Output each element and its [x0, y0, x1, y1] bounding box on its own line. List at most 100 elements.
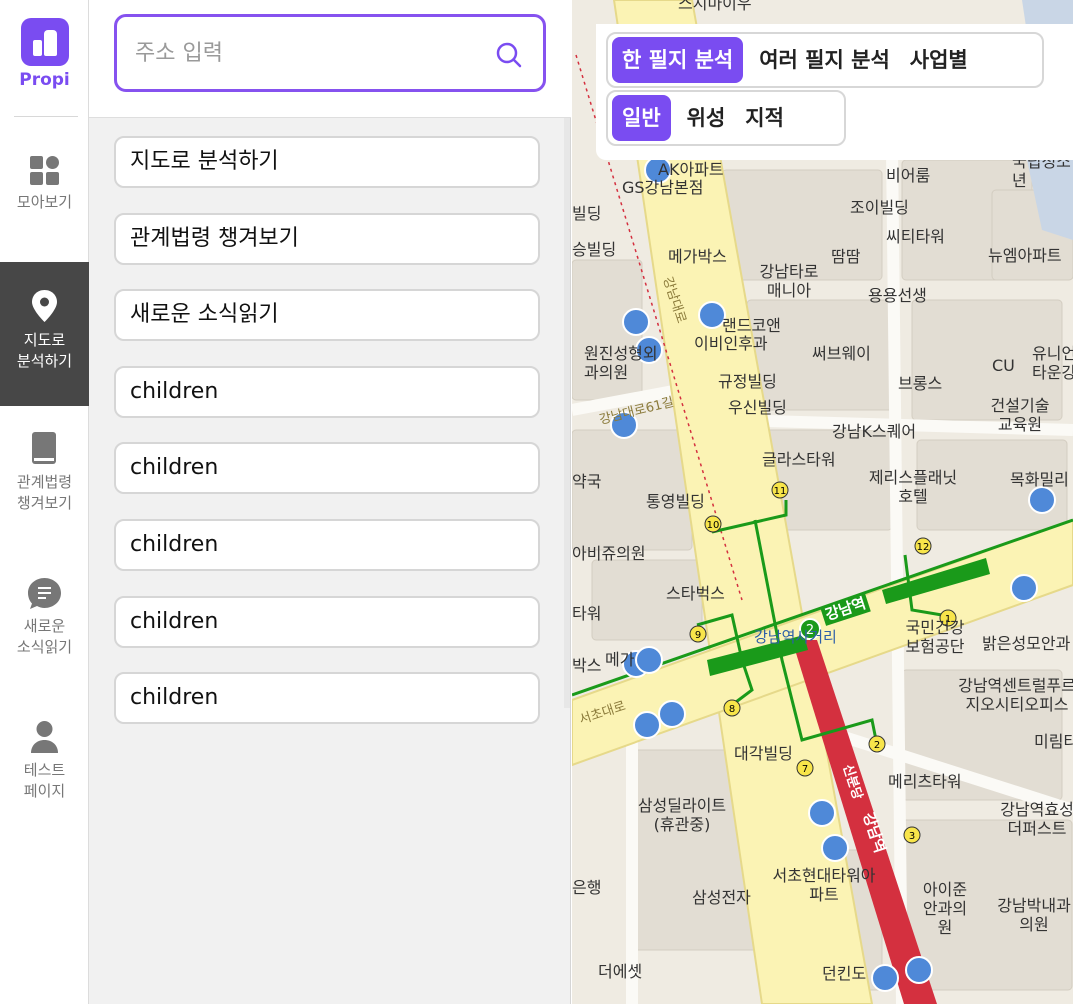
- tab-single-parcel[interactable]: 한 필지 분석: [612, 37, 744, 83]
- map-label: 미림타: [1034, 732, 1073, 751]
- search-area: [89, 0, 571, 118]
- map-label: 강남역효성더퍼스트: [1000, 800, 1073, 838]
- map-label: 브롱스: [898, 374, 943, 393]
- map-label: 아비쥬의원: [572, 544, 646, 563]
- map-label: 삼성딜라이트(휴관중): [637, 796, 727, 834]
- map-label: 박스: [572, 656, 602, 675]
- map-layer-toggle: 일반 위성 지적: [606, 90, 846, 146]
- menu-item-news[interactable]: 새로운 소식읽기: [114, 289, 540, 342]
- map-label: 목화밀리: [1010, 470, 1069, 489]
- map-label: 강남K스퀘어: [832, 422, 917, 441]
- nav-item-test[interactable]: 테스트 페이지: [0, 718, 89, 818]
- book-icon: [0, 430, 89, 466]
- svg-text:3: 3: [909, 831, 915, 842]
- tab-by-project[interactable]: 사업별: [900, 37, 978, 83]
- svg-text:9: 9: [695, 630, 701, 641]
- map-label: 은행: [572, 878, 602, 897]
- user-icon: [0, 718, 89, 754]
- map-label: AK아파트: [658, 160, 724, 179]
- tab-layer-normal[interactable]: 일반: [612, 95, 671, 141]
- map-label: 스타벅스: [666, 584, 725, 603]
- menu-item-map-analysis[interactable]: 지도로 분석하기: [114, 136, 540, 188]
- map-label: 써브웨이: [812, 344, 871, 363]
- map-label: 스시마이우: [678, 0, 752, 13]
- nav-label-overview: 모아보기: [16, 193, 73, 211]
- map-label: 서초현대타워아파트: [772, 866, 876, 904]
- panel-scrollbar[interactable]: [564, 118, 570, 708]
- map-label: CU: [992, 356, 1015, 375]
- menu-item-children[interactable]: children: [114, 518, 540, 571]
- map-label: 이비인후과: [694, 334, 768, 353]
- map-label: 뉴엠아파트: [988, 246, 1062, 265]
- map-label: 통영빌딩: [646, 492, 705, 511]
- map-control-panel: 한 필지 분석 여러 필지 분석 사업별 일반 위성 지적: [596, 24, 1073, 160]
- map-label: 타워: [572, 604, 602, 623]
- map-label: 조이빌딩: [850, 198, 909, 217]
- menu-item-children[interactable]: children: [114, 595, 540, 648]
- side-panel: 지도로 분석하기 관계법령 챙겨보기 새로운 소식읽기 children chi…: [89, 0, 571, 1004]
- svg-text:8: 8: [729, 704, 735, 715]
- map-label: 글라스타워: [762, 450, 836, 469]
- nav-item-overview[interactable]: 모아보기: [0, 150, 89, 238]
- menu-item-children[interactable]: children: [114, 442, 540, 495]
- menu-item-laws[interactable]: 관계법령 챙겨보기: [114, 212, 540, 265]
- svg-text:2: 2: [874, 740, 880, 751]
- map-label: 국민건강보험공단: [905, 618, 965, 656]
- map-label: 삼성전자: [692, 888, 751, 907]
- menu-list: 지도로 분석하기 관계법령 챙겨보기 새로운 소식읽기 children chi…: [114, 136, 540, 749]
- analysis-mode-toggle: 한 필지 분석 여러 필지 분석 사업별: [606, 32, 1044, 88]
- map-label: 건설기술교육원: [990, 396, 1050, 434]
- map-label: 랜드코앤: [722, 316, 781, 335]
- brand-name: Propi: [19, 70, 70, 90]
- map-label: 승빌딩: [572, 240, 617, 259]
- grid-icon: [0, 150, 89, 186]
- map-label: 비어룸: [886, 166, 931, 185]
- map-pin-icon: [0, 288, 89, 324]
- map-label: 던킨도: [822, 964, 867, 983]
- nav-item-news[interactable]: 새로운 소식읽기: [0, 574, 89, 674]
- map-label: 강남박내과의원: [997, 896, 1071, 934]
- brand-logo[interactable]: Propi: [0, 18, 89, 90]
- map-label: 빌딩: [572, 204, 602, 223]
- svg-text:10: 10: [707, 520, 720, 531]
- map-label: 씨티타워: [886, 227, 945, 246]
- map-label: 원진성형외과의원: [584, 344, 658, 382]
- map-label: 메리츠타워: [888, 772, 962, 791]
- nav-label-map-analysis: 지도로 분석하기: [16, 331, 73, 370]
- map-label: GS강남본점: [622, 178, 704, 197]
- svg-text:12: 12: [917, 542, 930, 553]
- nav-item-map-analysis[interactable]: 지도로 분석하기: [0, 262, 89, 406]
- logo-icon: [20, 18, 69, 66]
- map-label: 메가박스: [668, 247, 727, 266]
- search-box[interactable]: [114, 14, 546, 92]
- map-label: 메가: [605, 650, 635, 669]
- map-label: 강남역사거리: [754, 628, 837, 646]
- svg-text:7: 7: [802, 764, 808, 775]
- map-label: 용용선생: [868, 286, 927, 305]
- map-label: 밝은성모안과: [982, 634, 1071, 653]
- rail-divider: [14, 116, 78, 117]
- map-label: 유니언타운강: [1032, 344, 1073, 382]
- search-icon[interactable]: [495, 41, 523, 69]
- map-label: 강남타로매니아: [759, 262, 819, 300]
- map-label: 약국: [572, 472, 602, 491]
- chat-icon: [0, 574, 89, 610]
- nav-rail: Propi 모아보기 지도로 분석하기 관계법령 챙겨보기 새로운 소식읽기 테…: [0, 0, 89, 1004]
- nav-label-test: 테스트 페이지: [23, 761, 66, 800]
- nav-item-laws[interactable]: 관계법령 챙겨보기: [0, 430, 89, 530]
- menu-item-children[interactable]: children: [114, 672, 540, 725]
- map-label: 아이준안과의원: [922, 880, 968, 937]
- map-label: 더에셋: [598, 962, 643, 981]
- map-label: 땀땀: [831, 247, 861, 266]
- tab-layer-cadastral[interactable]: 지적: [735, 95, 794, 141]
- search-input[interactable]: [135, 35, 475, 71]
- map-label: 규정빌딩: [718, 372, 777, 391]
- map-label: 제리스플래닛호텔: [868, 468, 958, 506]
- svg-text:11: 11: [774, 486, 787, 497]
- nav-label-news: 새로운 소식읽기: [16, 617, 73, 656]
- map-label: 강남역센트럴푸르지오시티오피스: [958, 676, 1073, 714]
- tab-multi-parcel[interactable]: 여러 필지 분석: [749, 37, 900, 83]
- tab-layer-satellite[interactable]: 위성: [677, 95, 736, 141]
- menu-item-children[interactable]: children: [114, 365, 540, 418]
- map-label: 대각빌딩: [734, 744, 793, 763]
